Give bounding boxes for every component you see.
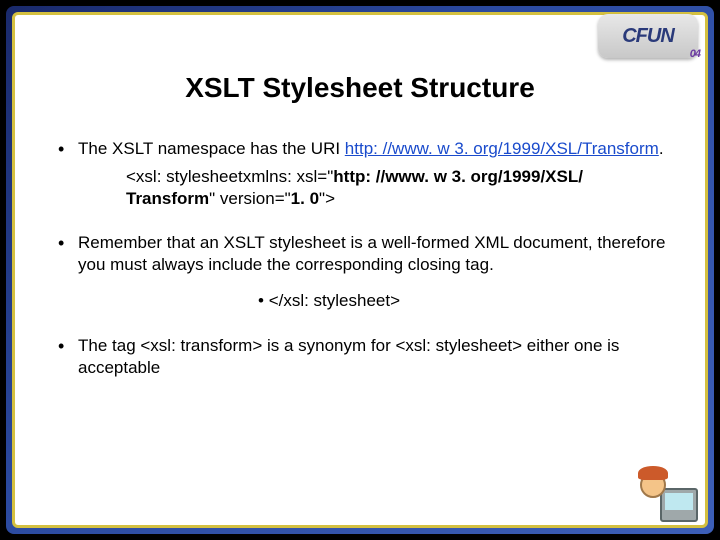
code-open: <xsl: stylesheetxmlns: xsl="	[126, 167, 333, 186]
cfun-logo: CFUN 04	[598, 14, 698, 58]
bullet-2-text: Remember that an XSLT stylesheet is a we…	[78, 233, 665, 274]
bullet-2-sub: </xsl: stylesheet>	[258, 290, 666, 312]
bullet-list: The XSLT namespace has the URI http: //w…	[44, 138, 676, 379]
code-mid: " version="	[209, 189, 291, 208]
bullet-2: Remember that an XSLT stylesheet is a we…	[54, 232, 666, 312]
code-close: ">	[319, 189, 335, 208]
mascot-monitor	[660, 488, 698, 522]
mascot-image	[638, 462, 698, 522]
code-version: 1. 0	[291, 189, 319, 208]
bullet-1-intro: The XSLT namespace has the URI	[78, 139, 345, 158]
bullet-1-link[interactable]: http: //www. w 3. org/1999/XSL/Transform	[345, 139, 659, 158]
bullet-3: The tag <xsl: transform> is a synonym fo…	[54, 335, 666, 379]
logo-text: CFUN	[622, 25, 674, 48]
bullet-1: The XSLT namespace has the URI http: //w…	[54, 138, 666, 210]
slide-content: XSLT Stylesheet Structure The XSLT names…	[18, 18, 702, 522]
logo-subtext: 04	[690, 48, 700, 60]
bullet-1-code: <xsl: stylesheetxmlns: xsl="http: //www.…	[126, 166, 666, 210]
bullet-1-period: .	[659, 139, 664, 158]
mascot-hair	[638, 466, 668, 480]
bullet-3-text: The tag <xsl: transform> is a synonym fo…	[78, 336, 619, 377]
mascot-screen	[665, 493, 693, 510]
slide-title: XSLT Stylesheet Structure	[44, 72, 676, 104]
